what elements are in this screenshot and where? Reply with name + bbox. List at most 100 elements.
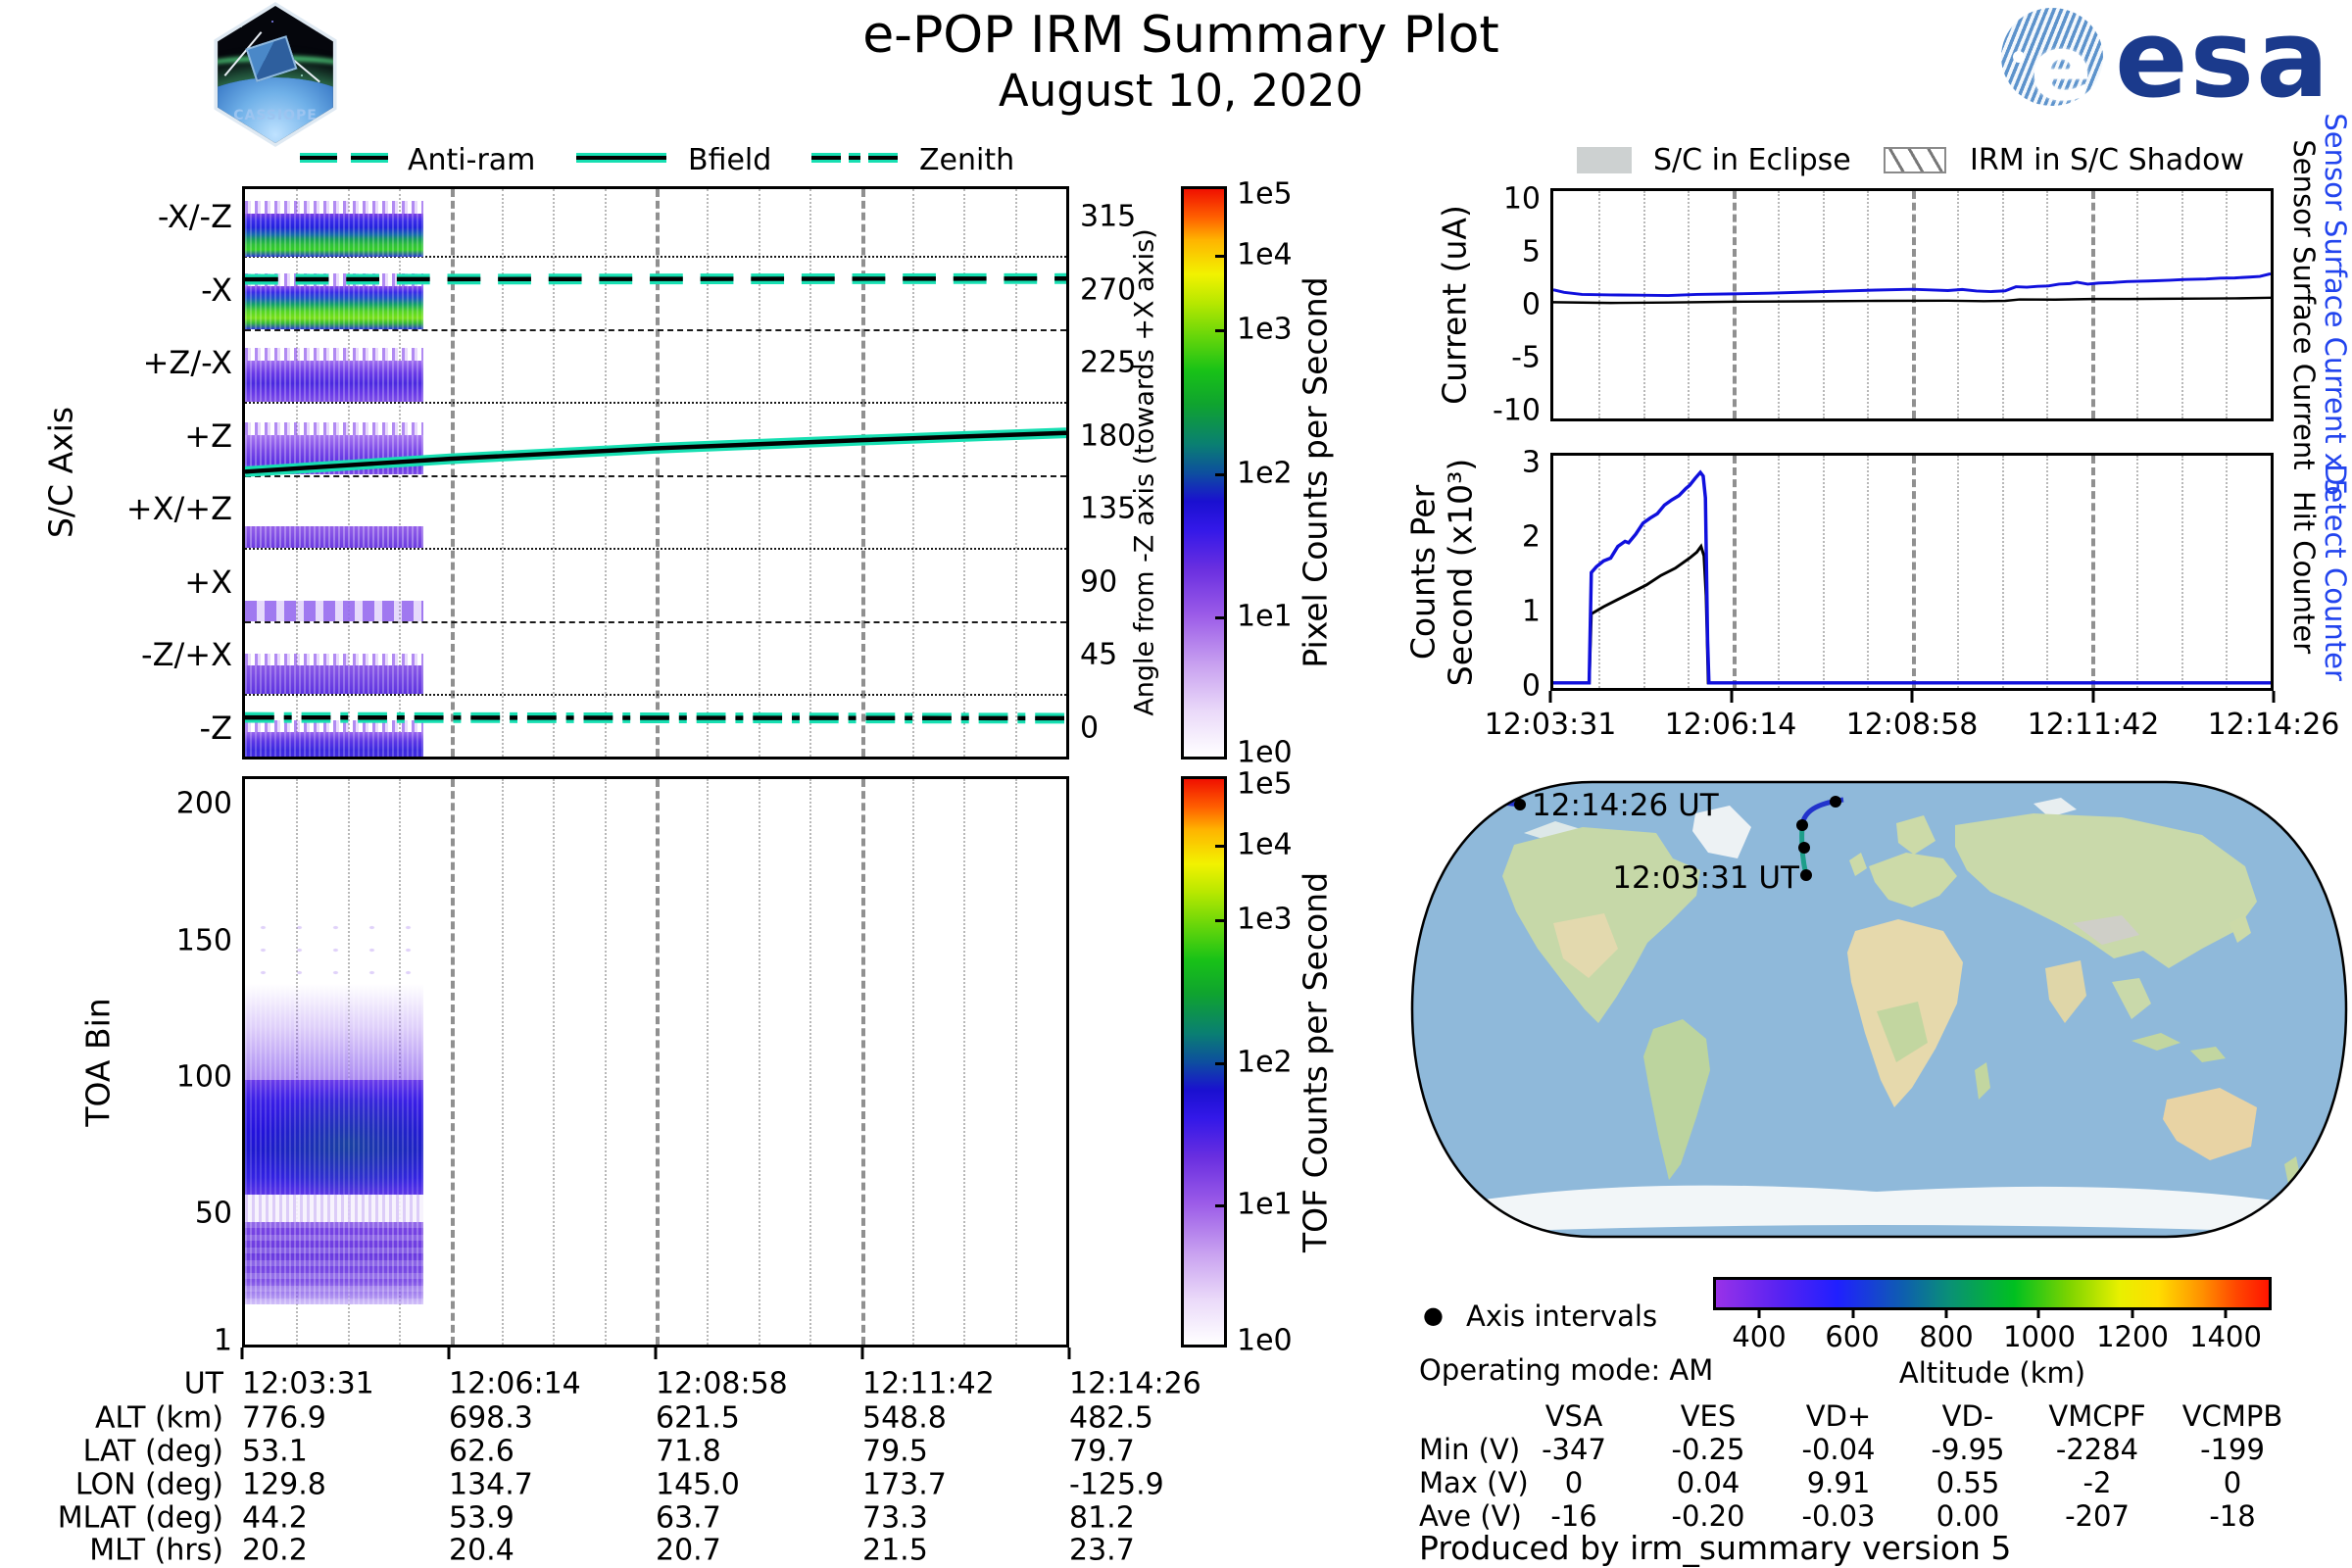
angle-tick: 225 — [1080, 345, 1137, 380]
ephemeris-value: 71.8 — [656, 1434, 721, 1469]
minor-gridline — [758, 779, 760, 1345]
sc-axis-row-label: -Z — [199, 710, 232, 747]
minor-gridline — [553, 779, 556, 1345]
counts-ylabel-line2: Second (x10³) — [1441, 458, 1480, 687]
eclipse-swatch-icon — [1577, 147, 1632, 173]
current-panel — [1550, 188, 2274, 421]
ephemeris-value: 621.5 — [656, 1400, 740, 1436]
ephemeris-row-label: MLAT (deg) — [57, 1500, 223, 1536]
sc-axis-row-label: +Z/-X — [142, 344, 232, 381]
ephemeris-value: 23.7 — [1069, 1533, 1135, 1568]
esa-globe-dot — [2013, 51, 2025, 63]
pixel-cb-tick: 1e5 — [1237, 176, 1293, 212]
axis-interval-dot-icon: ● — [1423, 1301, 1444, 1329]
angle-tick: 135 — [1080, 491, 1137, 526]
voltage-value: 0 — [2223, 1466, 2242, 1499]
ephemeris-value: 12:14:26 — [1069, 1366, 1201, 1401]
voltage-value: -2284 — [2055, 1433, 2139, 1466]
axis-interval-dot — [1796, 819, 1808, 831]
ephemeris-value: 63.7 — [656, 1500, 721, 1536]
produced-by-note: Produced by irm_summary version 5 — [1419, 1529, 2012, 1567]
sc-axis-row-label: -X — [201, 271, 232, 309]
voltage-value: 0.55 — [1936, 1466, 2000, 1499]
tof-cb-tick: 1e3 — [1237, 902, 1293, 937]
voltage-value: -18 — [2209, 1499, 2256, 1533]
ephemeris-value: 21.5 — [862, 1533, 928, 1568]
toa-ytick: 100 — [175, 1059, 232, 1095]
altitude-cb-ticks — [1713, 1308, 2272, 1318]
major-gridline — [450, 779, 455, 1345]
angle-axis-label: Angle from -Z axis (towards +X axis) — [1129, 228, 1160, 716]
time-tick: 12:14:26 — [2207, 708, 2340, 742]
voltage-col-header: VMCPF — [2048, 1399, 2146, 1433]
voltage-value: -0.03 — [1801, 1499, 1876, 1533]
esa-wordmark: esa — [2115, 0, 2331, 122]
counts-panel — [1550, 453, 2274, 691]
bfield-line-icon — [576, 153, 666, 163]
ephemeris-value: 20.7 — [656, 1533, 721, 1568]
ephemeris-row-label: LAT (deg) — [82, 1434, 223, 1469]
toa-sparse-specks — [245, 916, 423, 985]
toa-spectrogram-panel — [242, 776, 1069, 1348]
anti-ram-dash-icon — [300, 153, 337, 163]
esa-globe-icon: e — [2001, 8, 2103, 106]
time-tick: 12:11:42 — [2027, 708, 2160, 742]
ephemeris-value: 482.5 — [1069, 1400, 1153, 1436]
tof-cb-tick: 1e0 — [1237, 1323, 1293, 1358]
major-gridline — [656, 779, 660, 1345]
ephemeris-value: 548.8 — [862, 1400, 947, 1436]
ephemeris-value: 44.2 — [242, 1500, 308, 1536]
axis-interval-dot — [1800, 869, 1812, 881]
current-ytick: 0 — [1521, 287, 1541, 322]
ephemeris-value: 20.2 — [242, 1533, 308, 1568]
ephemeris-value: 12:11:42 — [862, 1366, 995, 1401]
axis-interval-dot — [1798, 842, 1810, 854]
current-right-label-blue: Sensor Surface Current x 5 — [2319, 113, 2352, 497]
anti-ram-dash-icon — [351, 153, 388, 163]
ephemeris-row-label: UT — [183, 1366, 223, 1401]
ephemeris-row-label: MLT (hrs) — [89, 1533, 223, 1568]
ephemeris-value: 145.0 — [656, 1467, 740, 1502]
altitude-colorbar — [1713, 1277, 2272, 1310]
tof-cb-label: TOF Counts per Second — [1296, 871, 1335, 1253]
ephemeris-value: 134.7 — [449, 1467, 533, 1502]
altitude-cb-label: Altitude (km) — [1898, 1356, 2086, 1390]
pixel-cb-tick: 1e3 — [1237, 312, 1293, 347]
zenith-dashdot-icon — [849, 153, 860, 163]
voltage-value: 0.00 — [1936, 1499, 2000, 1533]
zenith-dashdot-icon — [811, 153, 841, 163]
axis-interval-dot — [1830, 796, 1841, 808]
map-start-time-label: 12:03:31 UT — [1612, 860, 1799, 896]
voltage-value: -199 — [2200, 1433, 2265, 1466]
angle-tick: 180 — [1080, 418, 1137, 454]
minor-gridline — [707, 779, 710, 1345]
altitude-tick: 1400 — [2189, 1320, 2262, 1353]
counts-ytick: 0 — [1521, 668, 1541, 704]
ephemeris-value: 79.5 — [862, 1434, 928, 1469]
angle-tick: 315 — [1080, 199, 1137, 234]
sc-axis-spectrogram-panel — [242, 186, 1069, 760]
minor-gridline — [604, 779, 607, 1345]
ephemeris-value: 12:08:58 — [656, 1366, 788, 1401]
current-ytick: -10 — [1493, 393, 1541, 428]
world-map-svg — [1410, 780, 2348, 1239]
current-right-label-black: Sensor Surface Current — [2287, 139, 2321, 470]
voltage-col-header: VSA — [1544, 1399, 1603, 1433]
legend-anti-ram-label: Anti-ram — [408, 143, 536, 177]
voltage-value: 0 — [1564, 1466, 1584, 1499]
epop-irm-summary-page: { "header": { "title": "e-POP IRM Summar… — [0, 0, 2352, 1568]
ephemeris-value: 20.4 — [449, 1533, 514, 1568]
angle-tick: 90 — [1080, 564, 1118, 600]
pixel-cb-tick: 1e1 — [1237, 599, 1293, 634]
page-date: August 10, 2020 — [998, 65, 1364, 117]
ephemeris-value: 81.2 — [1069, 1500, 1135, 1536]
cassiope-patch-art: CASSIOPE — [218, 6, 333, 143]
voltage-value: -0.04 — [1801, 1433, 1876, 1466]
angle-tick: 0 — [1080, 710, 1100, 746]
voltage-value: -2 — [2082, 1466, 2112, 1499]
pixel-cb-tick: 1e2 — [1237, 456, 1293, 491]
legend-irm-shadow-label: IRM in S/C Shadow — [1970, 143, 2245, 177]
ephemeris-value: 776.9 — [242, 1400, 326, 1436]
sc-axis-row-label: +X — [184, 564, 232, 601]
altitude-tick: 400 — [1732, 1320, 1787, 1353]
